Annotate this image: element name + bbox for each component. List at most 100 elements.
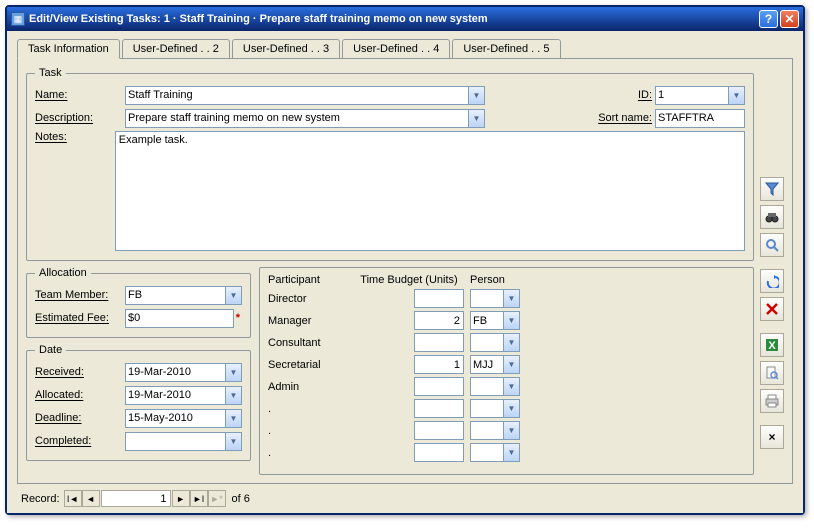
filter-icon[interactable]: [760, 177, 784, 201]
chevron-down-icon[interactable]: ▼: [503, 290, 519, 307]
svg-text:X: X: [768, 340, 776, 352]
close-panel-icon[interactable]: ×: [760, 425, 784, 449]
chevron-down-icon[interactable]: ▼: [225, 410, 241, 427]
chevron-down-icon[interactable]: ▼: [468, 87, 484, 104]
sortname-value: STAFFTRA: [658, 112, 714, 124]
tab-user-defined-5[interactable]: User-Defined . . 5: [452, 39, 560, 58]
tab-task-information[interactable]: Task Information: [17, 39, 120, 59]
desc-value: Prepare staff training memo on new syste…: [128, 112, 340, 124]
help-button[interactable]: ?: [759, 10, 778, 28]
preview-icon[interactable]: [760, 361, 784, 385]
time-budget-input[interactable]: 2: [414, 311, 464, 330]
time-budget-input[interactable]: [414, 399, 464, 418]
chevron-down-icon[interactable]: ▼: [503, 422, 519, 439]
chevron-down-icon[interactable]: ▼: [503, 378, 519, 395]
allocation-fieldset: Allocation Team Member: FB ▼ Estimated F…: [26, 267, 251, 338]
person-combo[interactable]: ▼: [470, 399, 520, 418]
notes-label: Notes:: [35, 131, 115, 143]
person-combo[interactable]: ▼: [470, 289, 520, 308]
tab-user-defined-4[interactable]: User-Defined . . 4: [342, 39, 450, 58]
delete-icon[interactable]: [760, 297, 784, 321]
chevron-down-icon[interactable]: ▼: [503, 312, 519, 329]
record-number-input[interactable]: [101, 490, 171, 507]
time-budget-input[interactable]: [414, 443, 464, 462]
sortname-input[interactable]: STAFFTRA: [655, 109, 745, 128]
chevron-down-icon[interactable]: ▼: [468, 110, 484, 127]
new-record-button[interactable]: ►*: [208, 490, 226, 507]
person-combo[interactable]: ▼: [470, 443, 520, 462]
tab-user-defined-2[interactable]: User-Defined . . 2: [122, 39, 230, 58]
print-icon[interactable]: [760, 389, 784, 413]
chevron-down-icon[interactable]: ▼: [225, 364, 241, 381]
excel-icon[interactable]: X: [760, 333, 784, 357]
col-time-budget: Time Budget (Units): [354, 274, 464, 286]
participants-fieldset: Participant Time Budget (Units) Person D…: [259, 267, 754, 475]
tab-content: Task Name: Staff Training ▼ ID: 1 ▼: [17, 59, 793, 484]
time-budget-input[interactable]: [414, 333, 464, 352]
window: ▦ Edit/View Existing Tasks: 1 · Staff Tr…: [5, 5, 805, 515]
received-combo[interactable]: 19-Mar-2010▼: [125, 363, 242, 382]
chevron-down-icon[interactable]: ▼: [503, 400, 519, 417]
desc-label: Description:: [35, 112, 125, 124]
id-value: 1: [658, 89, 664, 101]
participant-role: Consultant: [268, 337, 348, 349]
next-record-button[interactable]: ►: [172, 490, 190, 507]
chevron-down-icon[interactable]: ▼: [225, 433, 241, 450]
deadline-label: Deadline:: [35, 412, 125, 424]
received-label: Received:: [35, 366, 125, 378]
person-combo[interactable]: MJJ▼: [470, 355, 520, 374]
chevron-down-icon[interactable]: ▼: [225, 287, 241, 304]
desc-combo[interactable]: Prepare staff training memo on new syste…: [125, 109, 485, 128]
titlebar: ▦ Edit/View Existing Tasks: 1 · Staff Tr…: [7, 7, 803, 31]
allocation-legend: Allocation: [35, 267, 91, 279]
time-budget-input[interactable]: [414, 289, 464, 308]
person-combo[interactable]: ▼: [470, 377, 520, 396]
id-label: ID:: [638, 89, 652, 101]
chevron-down-icon[interactable]: ▼: [503, 444, 519, 461]
task-legend: Task: [35, 67, 66, 79]
date-legend: Date: [35, 344, 66, 356]
chevron-down-icon[interactable]: ▼: [503, 356, 519, 373]
participant-role: Admin: [268, 381, 348, 393]
tab-strip: Task Information User-Defined . . 2 User…: [17, 39, 793, 59]
first-record-button[interactable]: I◄: [64, 490, 82, 507]
task-fieldset: Task Name: Staff Training ▼ ID: 1 ▼: [26, 67, 754, 261]
magnifier-icon[interactable]: [760, 233, 784, 257]
participant-role: Director: [268, 293, 348, 305]
estimated-fee-input[interactable]: $0: [125, 309, 234, 328]
time-budget-input[interactable]: 1: [414, 355, 464, 374]
person-combo[interactable]: ▼: [470, 333, 520, 352]
estimated-fee-label: Estimated Fee:: [35, 312, 125, 324]
close-button[interactable]: ✕: [780, 10, 799, 28]
name-value: Staff Training: [128, 89, 193, 101]
time-budget-input[interactable]: [414, 421, 464, 440]
completed-label: Completed:: [35, 435, 125, 447]
col-person: Person: [470, 274, 530, 286]
participant-role: .: [268, 447, 348, 459]
record-label: Record:: [21, 493, 60, 505]
binoculars-icon[interactable]: [760, 205, 784, 229]
date-fieldset: Date Received: 19-Mar-2010▼ Allocated:: [26, 344, 251, 461]
undo-icon[interactable]: [760, 269, 784, 293]
person-combo[interactable]: FB▼: [470, 311, 520, 330]
person-combo[interactable]: ▼: [470, 421, 520, 440]
allocated-combo[interactable]: 19-Mar-2010▼: [125, 386, 242, 405]
chevron-down-icon[interactable]: ▼: [728, 87, 744, 104]
name-combo[interactable]: Staff Training ▼: [125, 86, 485, 105]
chevron-down-icon[interactable]: ▼: [225, 387, 241, 404]
estimated-fee-value: $0: [128, 312, 140, 324]
prev-record-button[interactable]: ◄: [82, 490, 100, 507]
notes-textarea[interactable]: [115, 131, 745, 251]
deadline-combo[interactable]: 15-May-2010▼: [125, 409, 242, 428]
completed-combo[interactable]: ▼: [125, 432, 242, 451]
chevron-down-icon[interactable]: ▼: [503, 334, 519, 351]
time-budget-input[interactable]: [414, 377, 464, 396]
required-star-icon: *: [234, 312, 242, 324]
team-member-combo[interactable]: FB ▼: [125, 286, 242, 305]
side-toolbar: X ×: [754, 67, 784, 475]
participant-role: .: [268, 425, 348, 437]
last-record-button[interactable]: ►I: [190, 490, 208, 507]
allocated-label: Allocated:: [35, 389, 125, 401]
id-combo[interactable]: 1 ▼: [655, 86, 745, 105]
tab-user-defined-3[interactable]: User-Defined . . 3: [232, 39, 340, 58]
